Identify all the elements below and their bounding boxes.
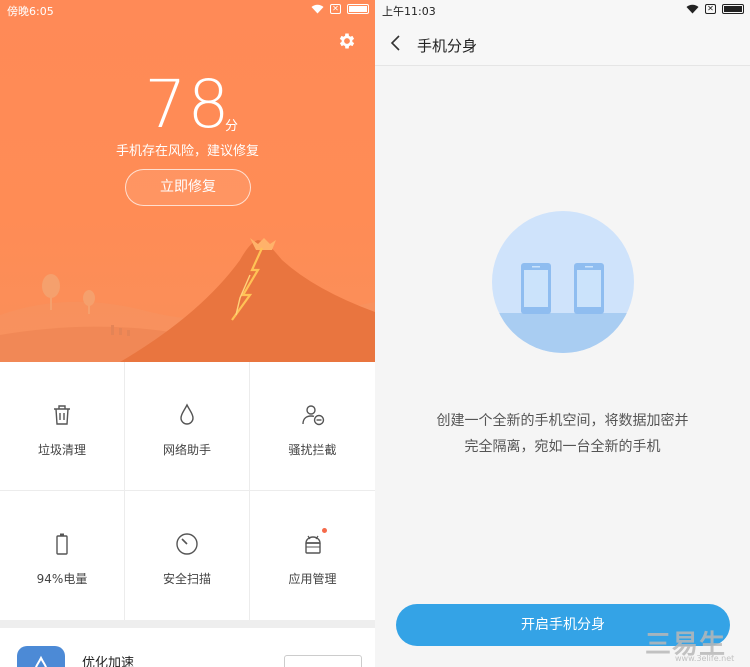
health-score: 78 分 xyxy=(0,66,375,143)
tool-trash-clean[interactable]: 垃圾清理 xyxy=(0,362,125,491)
tool-label: 应用管理 xyxy=(288,572,337,586)
trash-icon xyxy=(54,405,70,425)
status-bar: 上午11:03 ✕ xyxy=(375,0,750,20)
description-line: 创建一个全新的手机空间，将数据加密并 xyxy=(436,413,689,429)
tool-network-assistant[interactable]: 网络助手 xyxy=(125,362,250,491)
status-bar: 傍晚6:05 ✕ xyxy=(0,0,375,20)
rocket-drop-icon xyxy=(17,646,65,667)
health-hero-panel: 傍晚6:05 ✕ 78 分 手机存在风险，建议修复 立即修复 xyxy=(0,0,375,362)
description-line: 完全隔离，宛如一台全新的手机 xyxy=(464,439,661,455)
clock-scan-icon xyxy=(176,533,198,555)
tool-battery[interactable]: 94%电量 xyxy=(0,491,125,620)
battery-status-icon xyxy=(722,4,744,14)
wifi-icon xyxy=(311,4,324,14)
notification-dot xyxy=(322,528,327,533)
wifi-icon xyxy=(686,4,699,14)
section-divider xyxy=(0,620,375,628)
screenshot-composite: 傍晚6:05 ✕ 78 分 手机存在风险，建议修复 立即修复 垃圾清理 网络助手… xyxy=(0,0,750,667)
top-bar: 上午11:03 ✕ 手机分身 xyxy=(375,0,750,66)
page-title: 手机分身 xyxy=(417,37,478,55)
status-icons: ✕ xyxy=(311,4,369,14)
user-block-icon xyxy=(301,405,324,426)
optimize-button[interactable] xyxy=(284,655,362,667)
drop-icon xyxy=(180,403,194,425)
volcano-landscape-illustration xyxy=(0,238,375,362)
tool-label: 网络助手 xyxy=(162,443,211,457)
tool-label: 骚扰拦截 xyxy=(288,443,337,457)
battery-status-icon xyxy=(347,4,369,14)
watermark-url: www.3elife.net xyxy=(675,654,735,663)
tool-label: 安全扫描 xyxy=(162,572,211,586)
dual-phone-illustration xyxy=(492,211,634,353)
no-sim-icon: ✕ xyxy=(705,4,716,14)
site-watermark: 三易生活 www.3elife.net xyxy=(645,624,745,664)
security-center-screen: 傍晚6:05 ✕ 78 分 手机存在风险，建议修复 立即修复 垃圾清理 网络助手… xyxy=(0,0,375,667)
android-icon xyxy=(304,535,321,554)
status-icons: ✕ xyxy=(686,4,744,14)
tools-grid: 垃圾清理 网络助手 骚扰拦截 94%电量 安全扫描 应用管理 xyxy=(0,362,375,620)
no-sim-icon: ✕ xyxy=(330,4,341,14)
tool-app-manager[interactable]: 应用管理 xyxy=(250,491,375,620)
settings-gear-icon[interactable] xyxy=(337,31,357,51)
health-score-unit: 分 xyxy=(225,119,239,134)
risk-message: 手机存在风险，建议修复 xyxy=(115,144,259,159)
status-time: 上午11:03 xyxy=(382,5,436,18)
tool-security-scan[interactable]: 安全扫描 xyxy=(125,491,250,620)
second-space-screen: 上午11:03 ✕ 手机分身 创建一个全新的手机空间，将数据加密并 完全隔离，宛… xyxy=(375,0,750,667)
tool-harass-block[interactable]: 骚扰拦截 xyxy=(250,362,375,491)
battery-icon xyxy=(56,533,68,555)
fix-now-button[interactable]: 立即修复 xyxy=(125,169,251,206)
optimize-title: 优化加速 xyxy=(82,656,135,667)
tool-label: 94%电量 xyxy=(36,572,88,586)
optimize-row[interactable]: 优化加速 xyxy=(0,628,375,667)
health-score-value: 78 xyxy=(144,66,231,143)
status-time: 傍晚6:05 xyxy=(7,5,54,18)
feature-description: 创建一个全新的手机空间，将数据加密并 完全隔离，宛如一台全新的手机 xyxy=(405,408,720,460)
back-arrow-icon[interactable] xyxy=(389,33,403,53)
tool-label: 垃圾清理 xyxy=(37,443,86,457)
